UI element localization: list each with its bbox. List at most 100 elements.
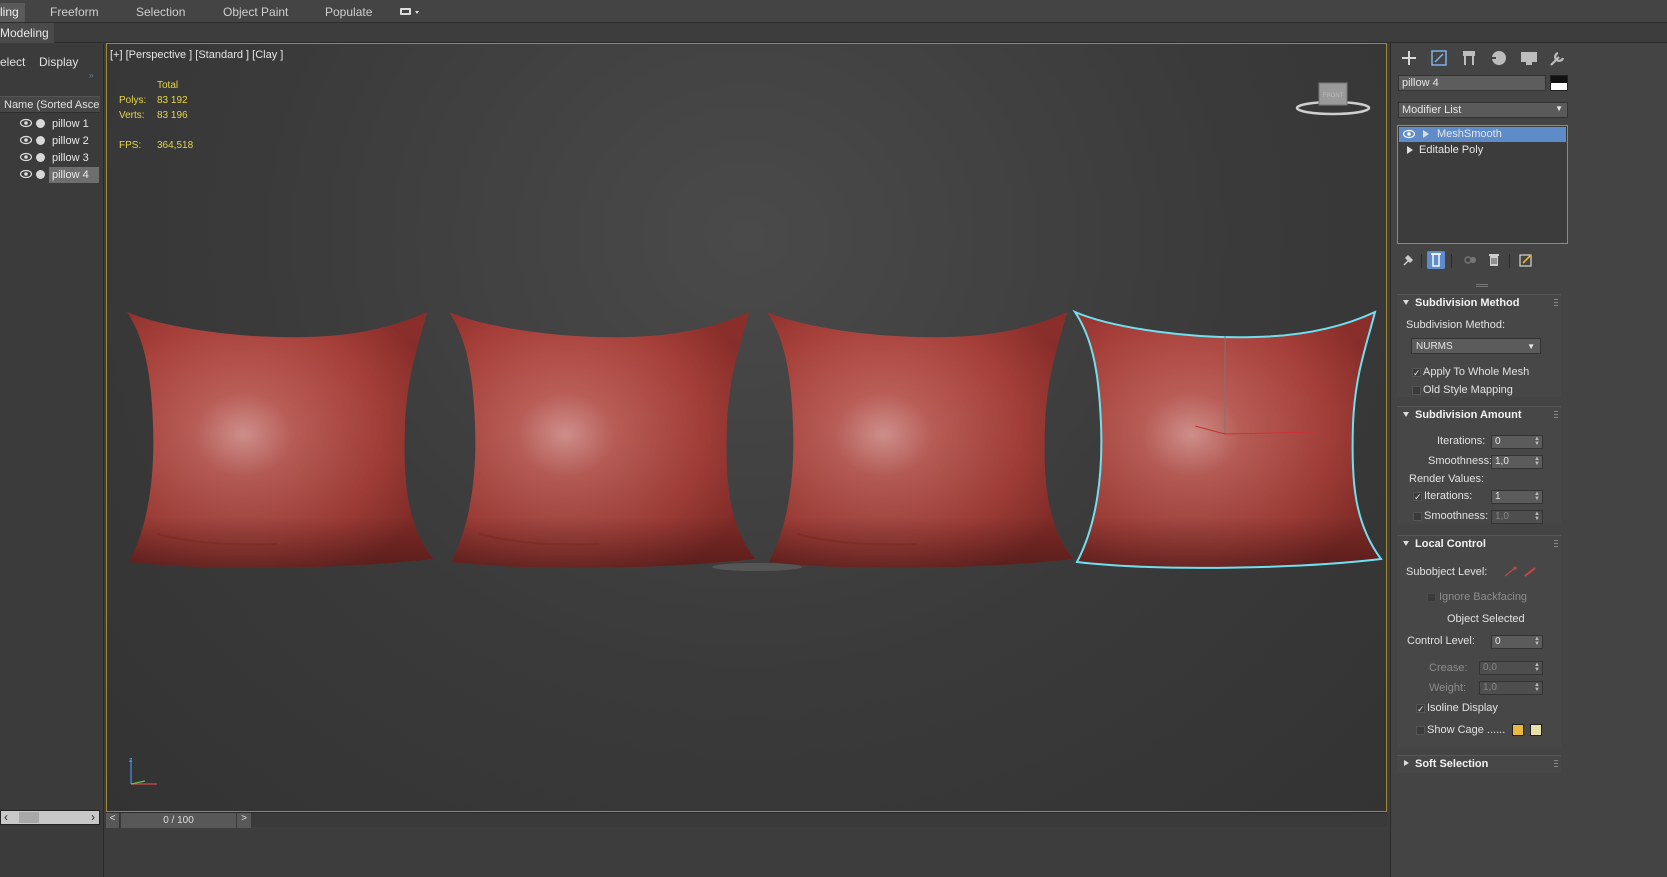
motion-tab-icon[interactable] <box>1487 47 1511 69</box>
modify-tab-icon[interactable] <box>1427 47 1451 69</box>
explorer-item-label[interactable]: pillow 2 <box>49 133 99 149</box>
time-slider[interactable]: < 0 / 100 > <box>106 812 1387 828</box>
visibility-eye-icon[interactable] <box>20 169 32 179</box>
explorer-column-header[interactable]: Name (Sorted Ascending) <box>0 96 100 113</box>
iterations-spinner[interactable]: 0 ▲ ▼ <box>1491 435 1543 449</box>
rollout-header-subdivision-amount[interactable]: Subdivision Amount <box>1397 407 1561 423</box>
visibility-eye-icon[interactable] <box>20 118 32 128</box>
configure-modifier-sets-icon[interactable] <box>1517 251 1535 269</box>
pillow-1[interactable] <box>127 312 433 568</box>
explorer-tab-display[interactable]: Display <box>39 55 78 69</box>
collapse-arrow-icon[interactable] <box>1403 541 1409 546</box>
render-iterations-spinner[interactable]: 1 ▲ ▼ <box>1491 490 1543 504</box>
edge-subobject-icon[interactable] <box>1523 566 1537 578</box>
vertex-subobject-icon[interactable] <box>1503 566 1517 578</box>
drag-handle-icon[interactable] <box>1554 540 1558 548</box>
smoothness-spinner[interactable]: 1,0 ▲ ▼ <box>1491 455 1543 469</box>
modifier-stack[interactable]: MeshSmooth Editable Poly <box>1397 125 1568 244</box>
expand-arrow-icon[interactable] <box>1423 130 1429 138</box>
viewcube[interactable]: FRONT <box>1293 78 1373 122</box>
stack-item-editable-poly[interactable]: Editable Poly <box>1399 143 1566 158</box>
render-dot-icon[interactable] <box>36 119 45 128</box>
panel-resize-grip[interactable] <box>1476 284 1488 287</box>
explorer-item-label[interactable]: pillow 1 <box>49 116 99 132</box>
expand-arrow-icon[interactable] <box>1407 146 1413 154</box>
weight-spinner[interactable]: 1,0 ▲ ▼ <box>1479 681 1543 695</box>
ignore-backfacing-checkbox[interactable] <box>1427 593 1436 602</box>
apply-whole-mesh-label: Apply To Whole Mesh <box>1423 366 1530 378</box>
render-dot-icon[interactable] <box>36 153 45 162</box>
object-color-swatch[interactable] <box>1550 75 1568 91</box>
tab-populate[interactable]: Populate <box>325 5 372 19</box>
hierarchy-tab-icon[interactable] <box>1457 47 1481 69</box>
cage-selection-color-swatch[interactable] <box>1530 724 1542 736</box>
explorer-item-label[interactable]: pillow 4 <box>49 167 99 183</box>
stats-fps-label: FPS: <box>119 140 142 151</box>
explorer-horizontal-scrollbar[interactable]: ‹ › <box>0 810 100 825</box>
subdivision-method-dropdown[interactable]: NURMS ▼ <box>1411 338 1541 354</box>
show-cage-checkbox[interactable] <box>1416 726 1425 735</box>
ignore-backfacing-label: Ignore Backfacing <box>1439 591 1528 603</box>
modifier-list-dropdown[interactable]: Modifier List ▼ <box>1398 102 1568 118</box>
render-iterations-checkbox[interactable]: ✓ <box>1413 492 1422 502</box>
stack-item-meshsmooth[interactable]: MeshSmooth <box>1399 127 1566 142</box>
visibility-eye-icon[interactable] <box>20 135 32 145</box>
crease-spinner[interactable]: 0,0 ▲ ▼ <box>1479 661 1543 675</box>
visibility-eye-icon[interactable] <box>20 152 32 162</box>
explorer-pin-icon[interactable]: » <box>89 71 93 80</box>
render-dot-icon[interactable] <box>36 170 45 179</box>
isoline-display-checkbox[interactable]: ✓ <box>1416 704 1425 714</box>
object-name-field[interactable]: pillow 4 <box>1398 75 1546 91</box>
tab-freeform[interactable]: Freeform <box>50 5 99 19</box>
tab-selection[interactable]: Selection <box>136 5 185 19</box>
viewport-label-menu[interactable]: [+] [Perspective ] [Standard ] [Clay ] <box>110 49 283 61</box>
drag-handle-icon[interactable] <box>1554 411 1558 419</box>
scroll-right-icon[interactable]: › <box>91 810 95 824</box>
create-tab-plus-icon[interactable] <box>1397 47 1421 69</box>
explorer-row[interactable]: pillow 1 <box>0 116 100 132</box>
cage-color-swatch[interactable] <box>1512 724 1524 736</box>
explorer-row[interactable]: pillow 2 <box>0 133 100 149</box>
time-slider-thumb[interactable]: 0 / 100 <box>121 813 236 828</box>
display-tab-icon[interactable] <box>1517 47 1541 69</box>
drag-handle-icon[interactable] <box>1554 299 1558 307</box>
show-end-result-icon[interactable] <box>1427 251 1445 269</box>
drag-handle-icon[interactable] <box>1554 760 1558 768</box>
scroll-thumb[interactable] <box>19 812 39 823</box>
explorer-item-label[interactable]: pillow 3 <box>49 150 99 166</box>
explorer-tab-select[interactable]: elect <box>0 55 25 69</box>
perspective-viewport[interactable]: [+] [Perspective ] [Standard ] [Clay ] T… <box>106 43 1387 812</box>
rollout-header-local-control[interactable]: Local Control <box>1397 536 1561 552</box>
scroll-left-icon[interactable]: ‹ <box>4 810 8 824</box>
old-style-mapping-checkbox[interactable] <box>1412 386 1421 395</box>
make-unique-icon[interactable] <box>1461 251 1479 269</box>
render-smoothness-checkbox[interactable] <box>1413 512 1422 521</box>
explorer-row-selected[interactable]: pillow 4 <box>0 167 100 183</box>
apply-whole-mesh-checkbox[interactable]: ✓ <box>1412 368 1421 378</box>
rollout-header-subdivision-method[interactable]: Subdivision Method <box>1397 295 1561 311</box>
control-level-spinner[interactable]: 0 ▲ ▼ <box>1491 635 1543 649</box>
ribbon-tabs: ling Freeform Selection Object Paint Pop… <box>0 0 1667 23</box>
ribbon-options-icon[interactable] <box>399 7 421 17</box>
tab-modeling[interactable]: ling <box>0 3 25 22</box>
utilities-wrench-icon[interactable] <box>1545 47 1569 69</box>
collapse-arrow-icon[interactable] <box>1403 412 1409 417</box>
modifier-eye-icon[interactable] <box>1403 129 1415 139</box>
rollout-header-soft-selection[interactable]: Soft Selection <box>1397 756 1561 772</box>
collapse-arrow-icon[interactable] <box>1403 300 1409 305</box>
viewport-scene[interactable] <box>107 44 1387 812</box>
pillow-2[interactable] <box>449 312 755 568</box>
expand-arrow-icon[interactable] <box>1404 760 1409 766</box>
pillow-3[interactable] <box>767 312 1073 568</box>
remove-modifier-trash-icon[interactable] <box>1485 251 1503 269</box>
ribbon-subtitle[interactable]: Modeling <box>0 23 54 43</box>
time-next-button[interactable]: > <box>237 813 251 828</box>
render-dot-icon[interactable] <box>36 136 45 145</box>
tab-object-paint[interactable]: Object Paint <box>223 5 288 19</box>
time-prev-button[interactable]: < <box>106 813 120 828</box>
render-smoothness-spinner[interactable]: 1,0 ▲ ▼ <box>1491 510 1543 524</box>
explorer-row[interactable]: pillow 3 <box>0 150 100 166</box>
pin-stack-icon[interactable] <box>1399 251 1417 269</box>
pillow-4-selected[interactable] <box>1074 311 1382 569</box>
ribbon-panel-bar: Modeling <box>0 23 1667 43</box>
